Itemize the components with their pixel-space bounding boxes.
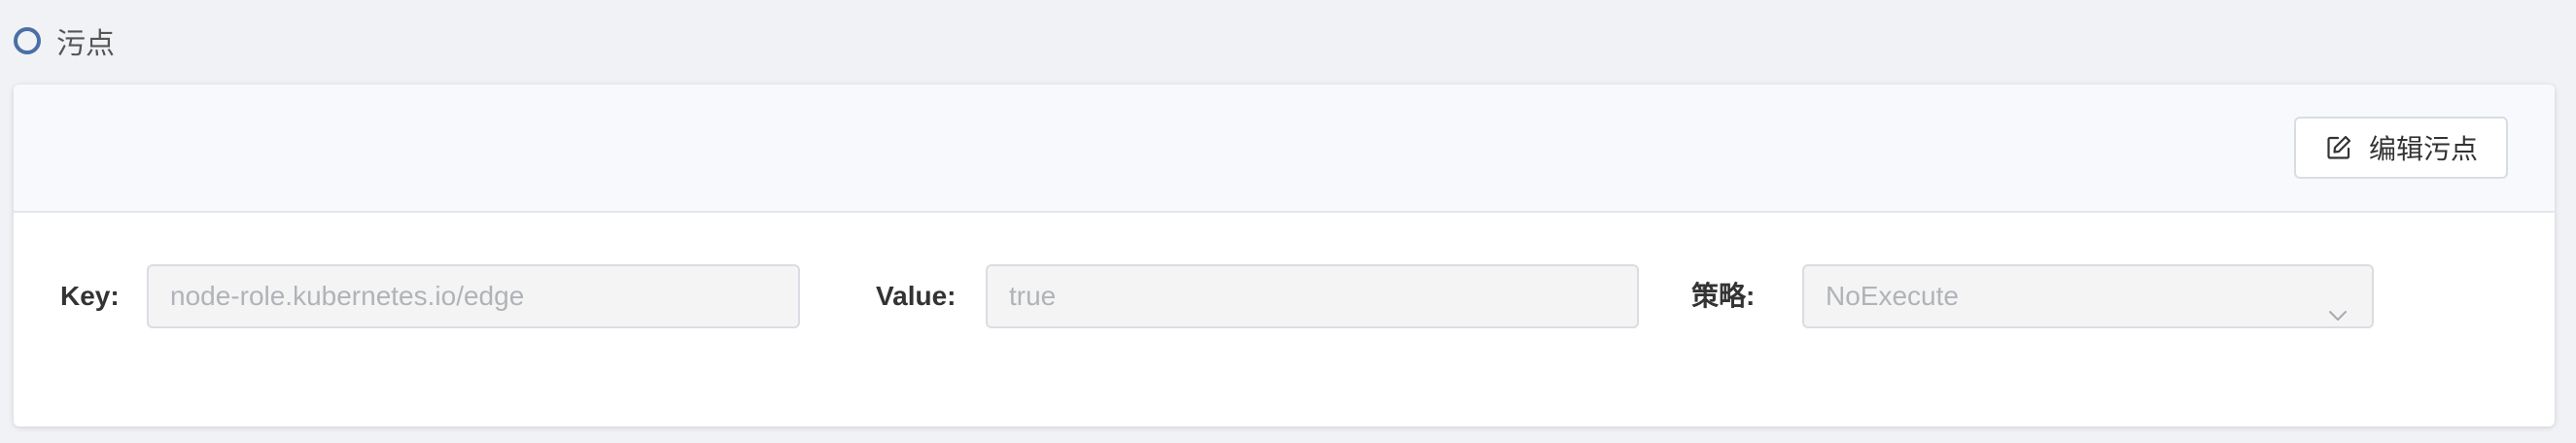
policy-select-value: NoExecute — [1826, 281, 1959, 311]
key-label: Key: — [60, 281, 120, 311]
value-input[interactable]: true — [986, 264, 1639, 328]
edit-icon — [2324, 133, 2353, 162]
taint-card: 编辑污点 Key: node-role.kubernetes.io/edge V… — [14, 85, 2555, 426]
policy-label: 策略: — [1691, 281, 1756, 311]
edit-taint-button[interactable]: 编辑污点 — [2294, 117, 2508, 179]
key-input[interactable]: node-role.kubernetes.io/edge — [147, 264, 800, 328]
taint-form-row: Key: node-role.kubernetes.io/edge Value:… — [14, 264, 2555, 328]
edit-button-label: 编辑污点 — [2368, 134, 2478, 164]
section-title: 污点 — [56, 28, 115, 60]
section-header: 污点 — [14, 19, 115, 62]
policy-select[interactable]: NoExecute — [1802, 264, 2374, 328]
circle-icon — [14, 27, 41, 54]
chevron-down-icon — [2327, 288, 2349, 321]
card-toolbar: 编辑污点 — [14, 85, 2555, 213]
value-label: Value: — [876, 281, 957, 311]
